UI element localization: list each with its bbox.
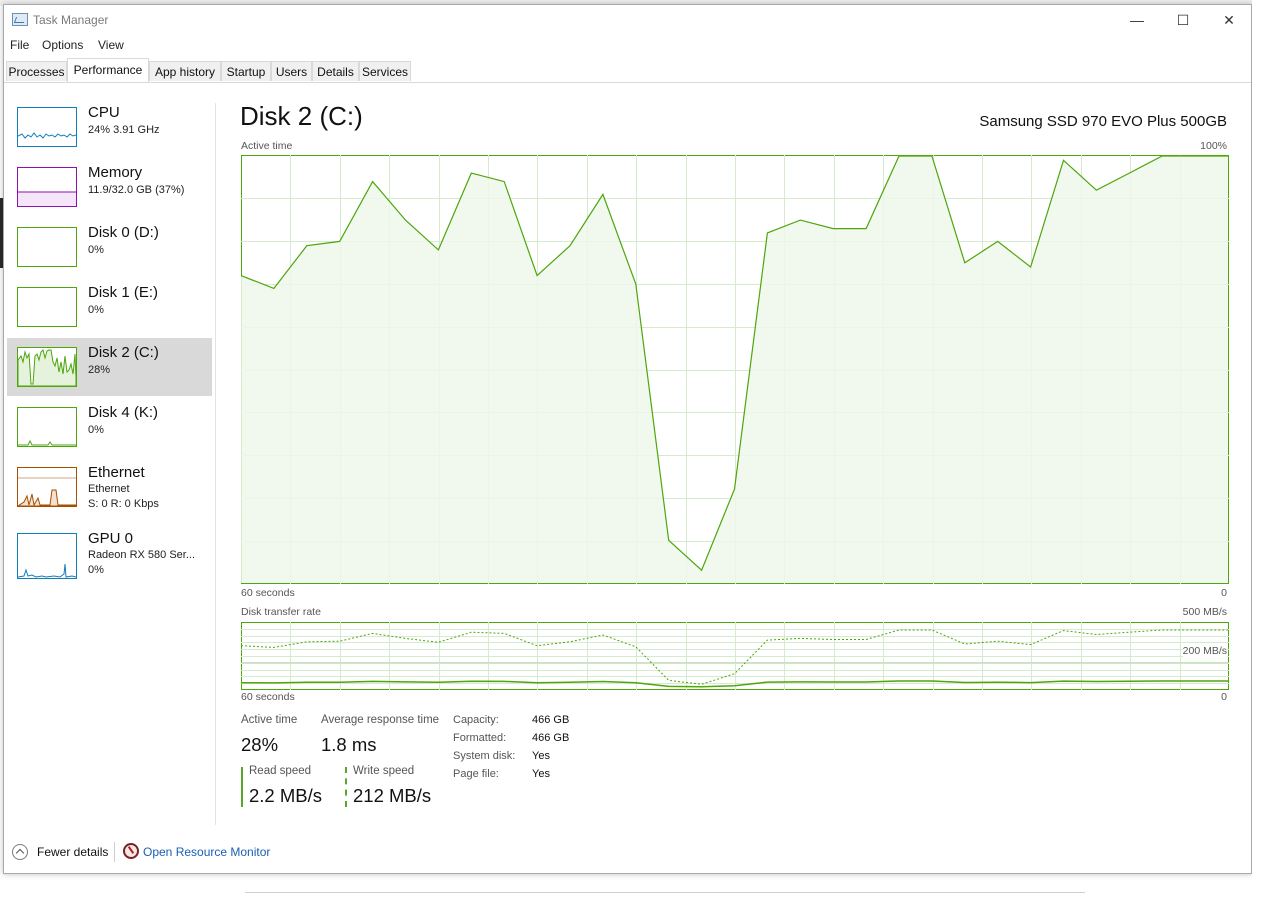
active-time-chart-duration: 60 seconds [241, 587, 295, 599]
tab-processes[interactable]: Processes [6, 61, 67, 81]
sidebar-item-label: Disk 1 (E:) [88, 284, 159, 301]
ethernet-thumbnail-graph [17, 467, 77, 507]
active-time-stat-label: Active time [241, 714, 298, 726]
active-time-chart-max: 100% [1200, 140, 1227, 152]
footer-divider [114, 842, 115, 862]
sidebar-item-gpu-0[interactable]: GPU 0 Radeon RX 580 Ser... 0% [7, 524, 212, 582]
sidebar-item-value: 0% [88, 304, 104, 316]
sidebar-item-label: Disk 0 (D:) [88, 224, 159, 241]
capacity-label: Capacity: [453, 714, 499, 726]
sidebar-item-value: 0% [88, 424, 104, 436]
sidebar-item-cpu[interactable]: CPU 24% 3.91 GHz [7, 98, 212, 156]
sidebar-item-value: 24% 3.91 GHz [88, 124, 160, 136]
memory-thumbnail-graph [17, 167, 77, 207]
close-button[interactable]: ✕ [1206, 5, 1252, 35]
page-file-value: Yes [532, 768, 550, 780]
write-speed-value: 212 MB/s [353, 785, 432, 806]
system-disk-value: Yes [532, 750, 550, 762]
tab-details[interactable]: Details [312, 61, 359, 81]
capacity-value: 466 GB [532, 714, 570, 726]
sidebar-divider [215, 103, 216, 825]
tab-performance[interactable]: Performance [67, 58, 149, 82]
page-file-label: Page file: [453, 768, 499, 780]
write-speed-legend-bar [345, 767, 347, 807]
disk-4-thumbnail-graph [17, 407, 77, 447]
gpu-thumbnail-graph [17, 533, 77, 579]
transfer-rate-chart-now: 0 [1221, 691, 1227, 703]
sidebar-item-value: Ethernet [88, 483, 130, 495]
active-time-chart-label: Active time [241, 140, 293, 152]
disk-model: Samsung SSD 970 EVO Plus 500GB [979, 113, 1227, 130]
sidebar-item-value: 11.9/32.0 GB (37%) [88, 184, 185, 196]
transfer-rate-chart-label: Disk transfer rate [241, 606, 321, 618]
transfer-rate-chart-max: 500 MB/s [1182, 606, 1227, 618]
read-speed-label: Read speed [249, 765, 312, 777]
resource-monitor-icon[interactable] [123, 843, 139, 859]
sidebar-item-value: 28% [88, 364, 111, 376]
desktop-background-line [245, 892, 1085, 893]
sidebar-item-disk-4[interactable]: Disk 4 (K:) 0% [7, 398, 212, 456]
transfer-rate-chart-duration: 60 seconds [241, 691, 295, 703]
sidebar-item-throughput: S: 0 R: 0 Kbps [88, 498, 159, 510]
tab-startup[interactable]: Startup [221, 61, 271, 81]
sidebar-item-label: Disk 2 (C:) [88, 344, 159, 361]
open-resource-monitor-link[interactable]: Open Resource Monitor [143, 845, 270, 859]
avg-response-stat-value: 1.8 ms [321, 734, 377, 755]
read-speed-value: 2.2 MB/s [249, 785, 322, 806]
window-title: Task Manager [33, 13, 109, 27]
cpu-thumbnail-graph [17, 107, 77, 147]
tab-bar: Processes Performance App history Startu… [4, 57, 1251, 83]
menu-bar: File Options View [4, 37, 1251, 57]
maximize-button[interactable]: ☐ [1160, 5, 1206, 35]
tab-users[interactable]: Users [271, 61, 312, 81]
formatted-value: 466 GB [532, 732, 570, 744]
transfer-rate-reference-label: 200 MB/s [1182, 645, 1227, 657]
sidebar-item-label: Disk 4 (K:) [88, 404, 159, 421]
fewer-details-button[interactable]: Fewer details [37, 845, 108, 859]
avg-response-stat-label: Average response time [321, 714, 440, 726]
sidebar-item-label: Memory [88, 164, 143, 181]
page-title: Disk 2 (C:) [240, 101, 363, 131]
read-speed-legend-bar [241, 767, 243, 807]
menu-file[interactable]: File [10, 38, 29, 52]
sidebar-item-value: 0% [88, 244, 104, 256]
active-time-chart-now: 0 [1221, 587, 1227, 599]
task-manager-window: Task Manager — ☐ ✕ File Options View Pro… [3, 4, 1252, 874]
chevron-up-icon[interactable] [12, 844, 28, 860]
sidebar-item-disk-0[interactable]: Disk 0 (D:) 0% [7, 218, 212, 276]
sidebar-item-ethernet[interactable]: Ethernet Ethernet S: 0 R: 0 Kbps [7, 458, 212, 516]
menu-view[interactable]: View [98, 38, 124, 52]
tab-app-history[interactable]: App history [149, 61, 221, 81]
minimize-button[interactable]: — [1114, 5, 1160, 35]
disk-0-thumbnail-graph [17, 227, 77, 267]
disk-2-thumbnail-graph [17, 347, 77, 387]
sidebar-item-memory[interactable]: Memory 11.9/32.0 GB (37%) [7, 158, 212, 216]
sidebar-item-adapter: Radeon RX 580 Ser... [88, 549, 196, 561]
title-bar[interactable]: Task Manager — ☐ ✕ [4, 5, 1251, 35]
sidebar-item-disk-2[interactable]: Disk 2 (C:) 28% [7, 338, 212, 396]
system-disk-label: System disk: [453, 750, 516, 762]
sidebar-item-value: 0% [88, 564, 104, 576]
write-speed-label: Write speed [353, 765, 415, 777]
desktop-background-right [1252, 0, 1261, 900]
sidebar-item-label: CPU [88, 104, 120, 121]
sidebar-item-label: GPU 0 [88, 530, 134, 547]
sidebar-item-label: Ethernet [88, 464, 145, 481]
disk-1-thumbnail-graph [17, 287, 77, 327]
active-time-chart [241, 155, 1229, 584]
formatted-label: Formatted: [453, 732, 507, 744]
menu-options[interactable]: Options [42, 38, 83, 52]
tab-services[interactable]: Services [359, 61, 411, 81]
active-time-stat-value: 28% [241, 734, 279, 755]
task-manager-icon [12, 13, 28, 26]
transfer-rate-chart [241, 622, 1229, 690]
sidebar-item-disk-1[interactable]: Disk 1 (E:) 0% [7, 278, 212, 336]
